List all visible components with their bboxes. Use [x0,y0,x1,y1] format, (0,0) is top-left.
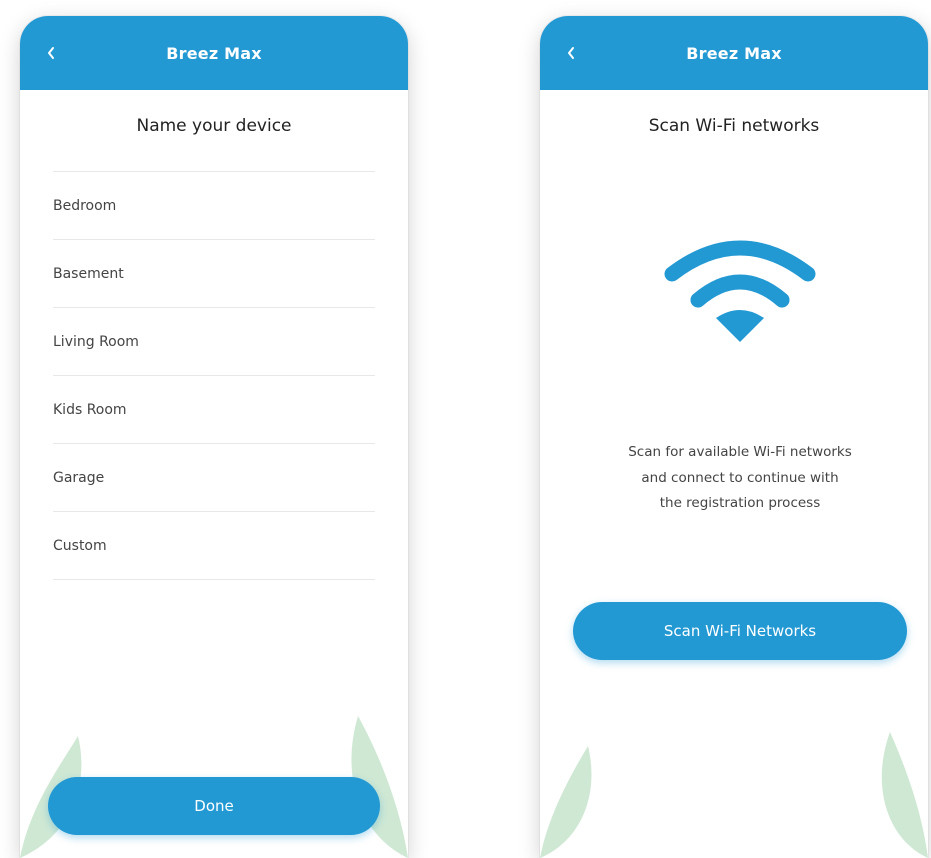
description-line: Scan for available Wi-Fi networks [628,444,852,460]
device-name-option[interactable]: Custom [53,512,375,580]
chevron-left-icon [48,47,54,59]
leaf-decoration-icon [881,732,928,858]
description-line: the registration process [659,495,821,512]
description-line: and connect to continue with [641,469,839,486]
back-button[interactable] [40,42,62,64]
device-name-option[interactable]: Basement [53,240,375,308]
device-name-option[interactable]: Garage [53,444,375,512]
leaf-decoration-icon [540,746,592,858]
done-button[interactable]: Done [48,777,380,835]
wifi-icon [664,234,816,346]
back-button[interactable] [560,42,582,64]
device-name-option[interactable]: Bedroom [53,172,375,240]
device-name-list: Bedroom Basement Living Room Kids Room G… [53,171,375,580]
page-title: Name your device [136,116,292,136]
scan-description: Scan for available Wi-Fi networks and co… [580,440,900,517]
scan-wifi-screen: Breez Max Scan Wi-Fi networks Scan for a… [540,16,928,858]
device-name-option[interactable]: Kids Room [53,376,375,444]
chevron-left-icon [568,47,574,59]
device-name-option[interactable]: Living Room [53,308,375,376]
app-header: Breez Max [20,16,408,90]
name-device-screen: Breez Max Name your device Bedroom Basem… [20,16,408,858]
page-title: Scan Wi-Fi networks [648,116,820,136]
app-title: Breez Max [686,43,782,63]
app-title: Breez Max [166,43,262,63]
scan-wifi-button[interactable]: Scan Wi-Fi Networks [573,602,907,660]
app-header: Breez Max [540,16,928,90]
